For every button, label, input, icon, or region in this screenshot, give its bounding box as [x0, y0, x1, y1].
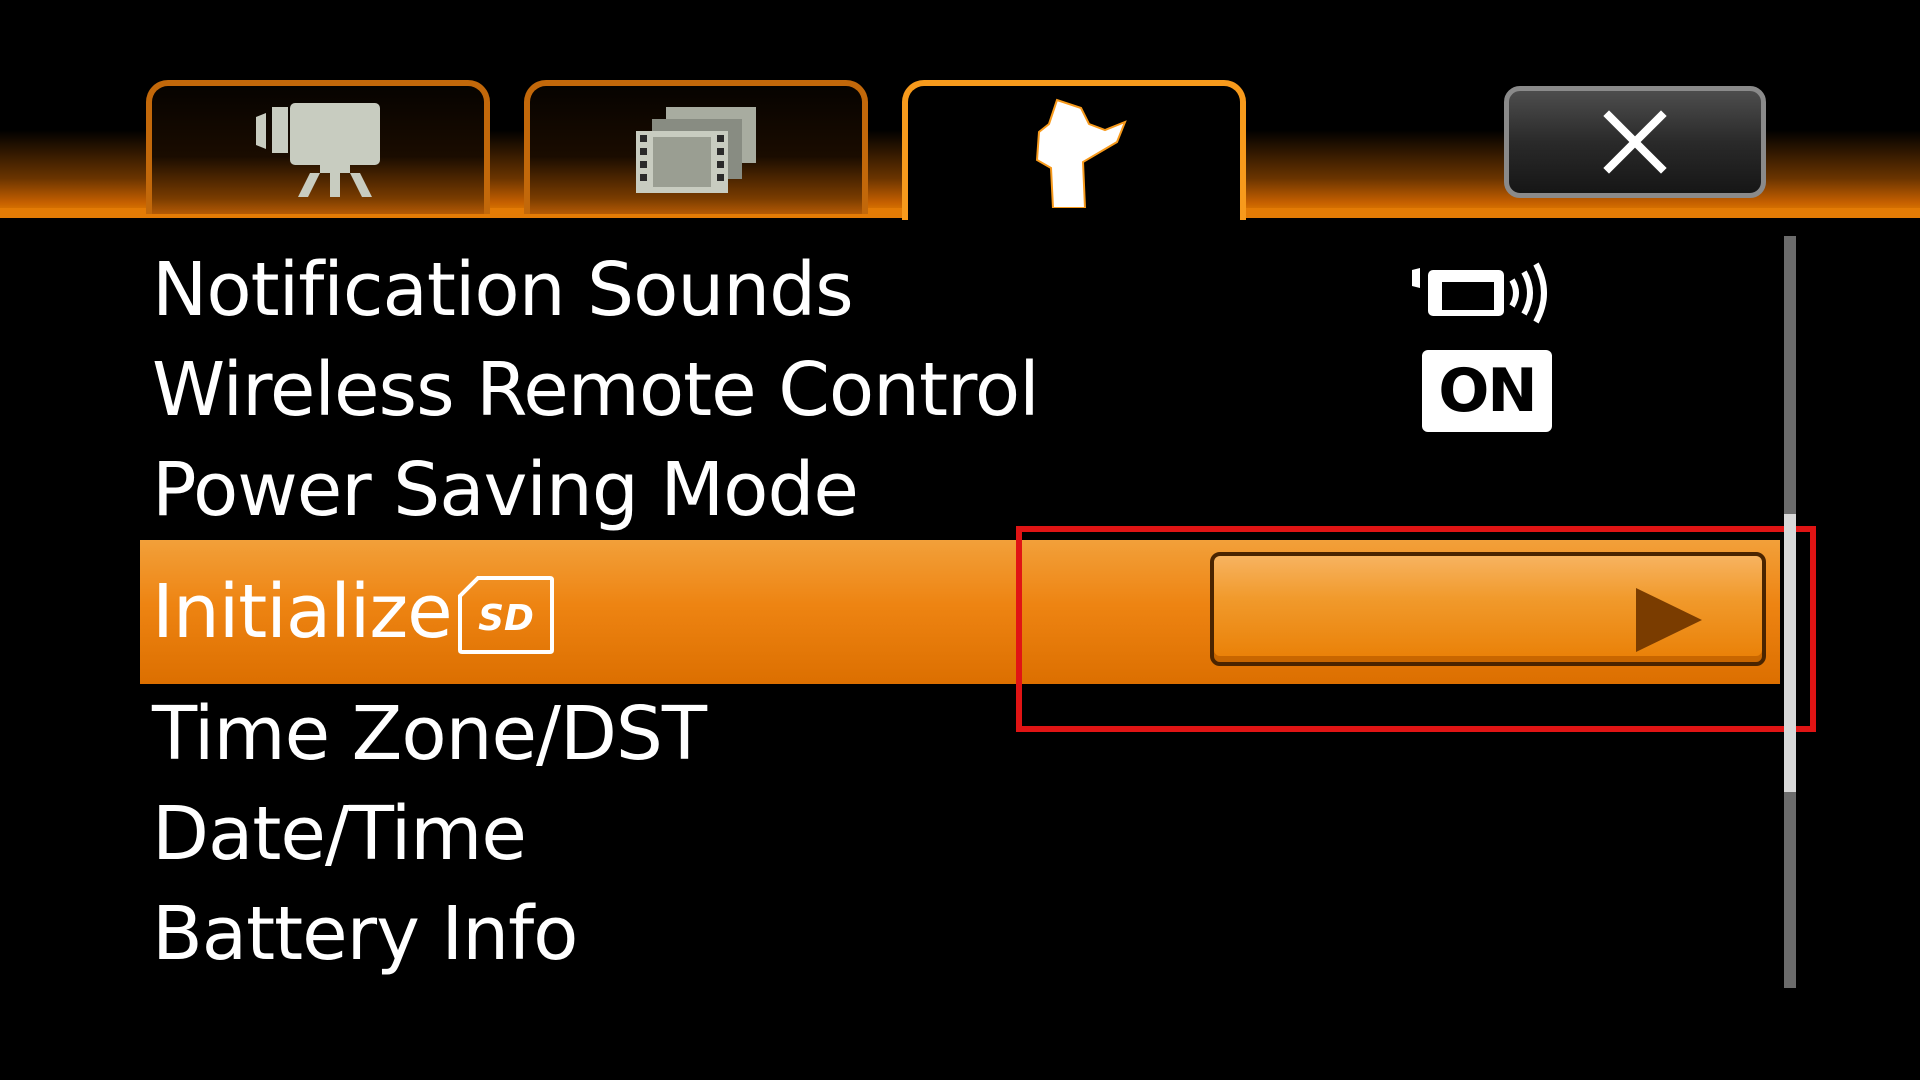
on-status-badge: ON — [1422, 350, 1552, 432]
tab-playback[interactable] — [524, 80, 868, 214]
menu-item-notification-sounds[interactable]: Notification Sounds — [140, 240, 1780, 340]
menu-item-label: Date/Time — [152, 791, 527, 877]
menu-item-label: Notification Sounds — [152, 247, 854, 333]
menu-item-battery-info[interactable]: Battery Info — [140, 884, 1780, 984]
highlight-outline — [1016, 526, 1816, 732]
menu-item-wireless-remote-control[interactable]: Wireless Remote Control ON — [140, 340, 1780, 440]
playback-icon — [636, 107, 756, 193]
notification-sound-icon — [1412, 262, 1556, 328]
sd-card-icon: SD — [458, 576, 554, 658]
close-icon — [1603, 110, 1667, 174]
menu-item-label: Time Zone/DST — [152, 691, 707, 777]
wrench-setup-icon — [1035, 98, 1127, 208]
svg-text:SD: SD — [478, 598, 534, 639]
close-button[interactable] — [1504, 86, 1766, 198]
menu-item-label: Power Saving Mode — [152, 447, 859, 533]
menu-item-label: Initialize — [152, 569, 453, 655]
tab-movie[interactable] — [146, 80, 490, 214]
menu-item-label: Battery Info — [152, 891, 578, 977]
menu-item-label: Wireless Remote Control — [152, 347, 1040, 433]
menu-item-date-time[interactable]: Date/Time — [140, 784, 1780, 884]
scrollbar-thumb[interactable] — [1784, 514, 1796, 792]
movie-camera-icon — [256, 103, 380, 197]
menu-item-power-saving-mode[interactable]: Power Saving Mode — [140, 440, 1780, 540]
tab-setup[interactable] — [902, 80, 1246, 220]
camera-menu-screen: Notification Sounds Wireless Remote Cont… — [0, 0, 1920, 1080]
